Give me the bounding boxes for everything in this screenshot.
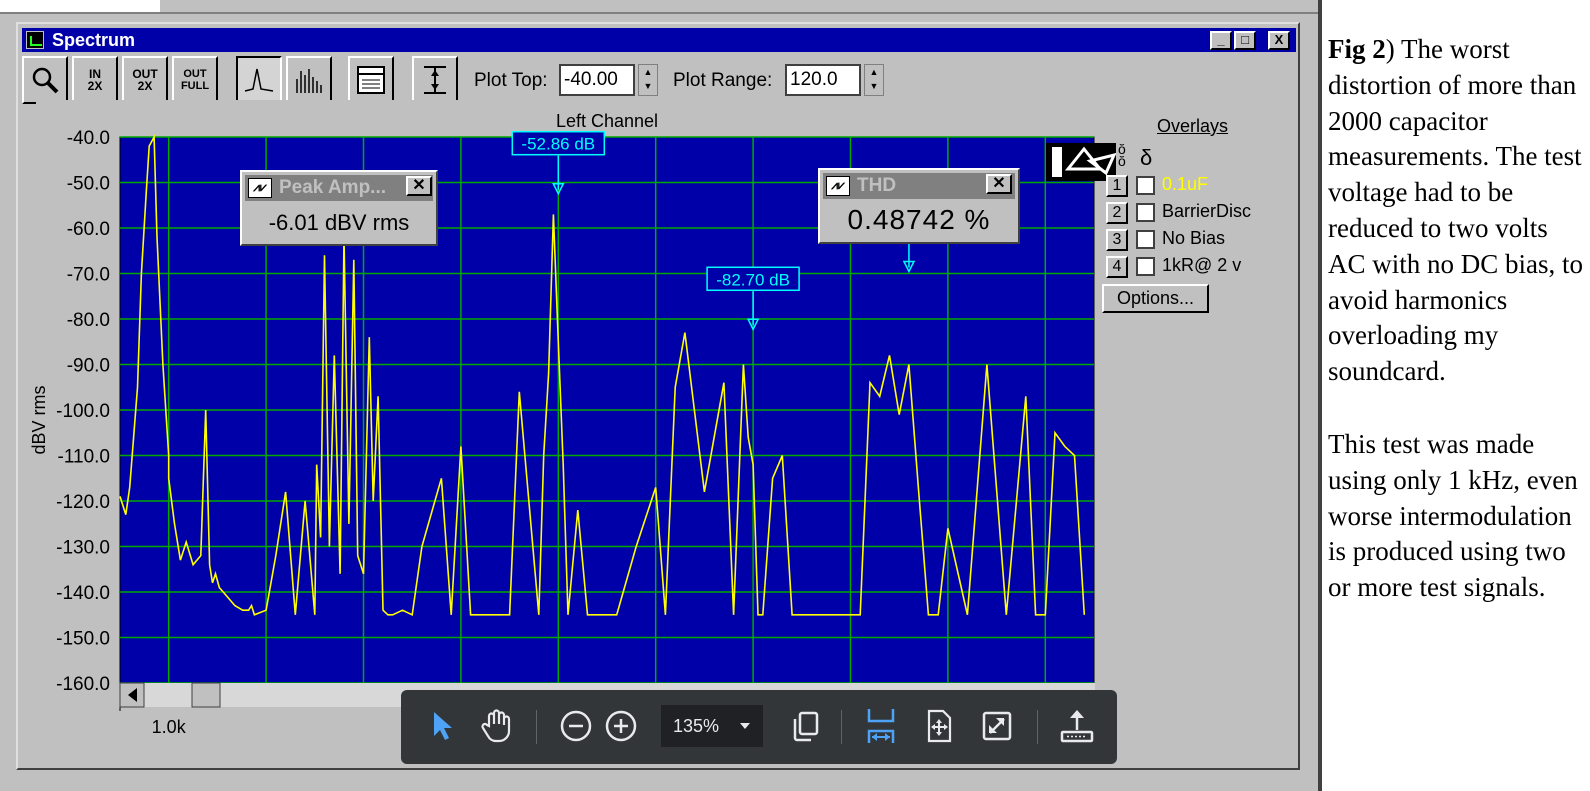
- overlay-checkbox[interactable]: [1136, 176, 1155, 195]
- overlay-number-button[interactable]: 3: [1106, 229, 1128, 251]
- thd-value: 0.48742 %: [847, 204, 991, 235]
- overlay-label: 0.1uF: [1162, 174, 1209, 194]
- y-tick-label: -100.0: [56, 401, 110, 422]
- peak-amp-close-button[interactable]: ✕: [406, 176, 432, 196]
- waveform-icon: ⩘⩗: [826, 176, 850, 196]
- peak-amp-titlebar[interactable]: ⩘⩗ Peak Amp...: [245, 175, 433, 201]
- overlay-label: 1kR@ 2 v: [1162, 255, 1242, 275]
- y-tick-label: -80.0: [67, 310, 110, 331]
- y-tick-label: -90.0: [67, 356, 110, 377]
- y-tick-label: -160.0: [56, 674, 110, 695]
- marker-label: -52.86 dB: [521, 135, 595, 154]
- x-tick-label: 1.0k: [152, 717, 187, 737]
- peak-amp-popup[interactable]: ⩘⩗ Peak Amp... ✕ -6.01 dBV rms: [240, 170, 438, 246]
- select-cursor-icon[interactable]: [421, 706, 461, 746]
- toolbar-separator: [841, 710, 842, 744]
- pdf-viewer-toolbar: 135%: [401, 690, 1117, 764]
- caption-text-2: This test was made using only 1 kHz, eve…: [1328, 428, 1578, 603]
- caption-text-1: ) The worst distortion of more than 2000…: [1328, 34, 1584, 387]
- y-tick-label: -150.0: [56, 629, 110, 650]
- options-label: Options...: [1116, 288, 1195, 308]
- peak-amp-title: Peak Amp...: [279, 177, 387, 198]
- zoom-level-select[interactable]: 135%: [661, 705, 763, 747]
- y-tick-label: -120.0: [56, 492, 110, 513]
- overlay-number-button[interactable]: 1: [1106, 175, 1128, 197]
- toolbar-separator: [1037, 710, 1038, 744]
- overlay-delta-icon: δ: [1140, 145, 1153, 170]
- y-tick-label: -110.0: [58, 447, 110, 468]
- thd-popup[interactable]: ⩘⩗ THD ✕ 0.48742 %: [818, 168, 1020, 244]
- export-icon[interactable]: [1057, 706, 1097, 746]
- overlay-label: No Bias: [1162, 228, 1226, 248]
- rotate-page-icon[interactable]: [919, 706, 959, 746]
- page-copy-icon[interactable]: [785, 706, 825, 746]
- overlay-symbol-icon: ŏŏ: [1118, 141, 1126, 169]
- fit-width-icon[interactable]: [861, 706, 901, 746]
- zoom-out-icon[interactable]: [556, 706, 596, 746]
- figure-caption: Fig 2) The worst distortion of more than…: [1328, 32, 1583, 643]
- overlay-number-button[interactable]: 2: [1106, 202, 1128, 224]
- zoom-level-value: 135%: [673, 716, 720, 736]
- chevron-down-icon: [740, 723, 750, 729]
- thd-title: THD: [857, 175, 897, 196]
- overlay-checkbox[interactable]: [1136, 257, 1155, 276]
- overlay-number-button[interactable]: 4: [1106, 256, 1128, 278]
- y-tick-label: -70.0: [67, 265, 110, 286]
- marker-label: -82.70 dB: [716, 270, 790, 289]
- y-axis-label: dBV rms: [29, 385, 49, 454]
- y-tick-label: -50.0: [67, 174, 110, 195]
- chart-title: Left Channel: [556, 111, 658, 131]
- y-tick-label: -60.0: [67, 219, 110, 240]
- overlay-checkbox[interactable]: [1136, 230, 1155, 249]
- spectrum-chart: Left Channel -61.51 dB-52.86 dB-82.70 dB…: [29, 100, 1098, 737]
- zoom-in-icon[interactable]: [601, 706, 641, 746]
- caption-paragraph-1: Fig 2) The worst distortion of more than…: [1328, 32, 1583, 390]
- hand-pan-icon[interactable]: [477, 706, 517, 746]
- overlay-label: BarrierDisc: [1162, 201, 1252, 221]
- y-tick-label: -130.0: [56, 538, 110, 559]
- caption-figure-label: Fig 2: [1328, 34, 1386, 64]
- overlays-title: Overlays: [1157, 116, 1229, 136]
- overlay-checkbox[interactable]: [1136, 203, 1155, 222]
- peak-amp-value: -6.01 dBV rms: [268, 210, 410, 235]
- toolbar-separator: [536, 710, 537, 744]
- waveform-icon: ⩘⩗: [248, 178, 272, 198]
- fullscreen-icon[interactable]: [977, 706, 1017, 746]
- thd-close-button[interactable]: ✕: [986, 174, 1012, 194]
- y-tick-label: -140.0: [56, 583, 110, 604]
- caption-paragraph-2: This test was made using only 1 kHz, eve…: [1328, 427, 1583, 606]
- scroll-thumb[interactable]: [191, 682, 221, 708]
- y-tick-label: -40.0: [67, 128, 110, 149]
- overlay-options-button[interactable]: Options...: [1102, 284, 1209, 313]
